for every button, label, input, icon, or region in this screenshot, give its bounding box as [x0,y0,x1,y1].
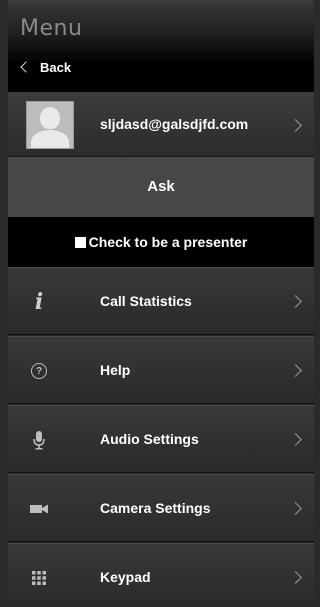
back-label: Back [40,59,72,75]
chevron-right-icon [289,433,302,446]
keypad-icon [28,568,50,588]
info-icon: i [34,289,44,315]
chevron-right-icon [289,295,302,308]
menu-item-keypad[interactable]: Keypad [8,543,314,607]
menu-item-camera-settings[interactable]: Camera Settings [8,474,314,542]
menu-item-label: Camera Settings [100,500,211,516]
menu-panel: Menu Back sljdasd@galsdjfd.com Ask Check… [8,0,314,607]
presenter-label: Check to be a presenter [88,234,248,250]
menu-item-label: Audio Settings [100,431,199,447]
ask-button[interactable]: Ask [8,157,314,217]
menu-item-help[interactable]: ? Help [8,336,314,404]
microphone-icon [28,430,50,450]
presenter-checkbox-row[interactable]: Check to be a presenter [8,217,314,267]
menu-title: Menu [20,16,83,41]
menu-item-audio-settings[interactable]: Audio Settings [8,405,314,473]
chevron-right-icon [289,119,302,132]
camera-icon [28,499,50,519]
chevron-right-icon [289,364,302,377]
menu-item-call-statistics[interactable]: i Call Statistics [8,267,314,335]
chevron-right-icon [289,571,302,584]
menu-item-label: Help [100,362,131,378]
menu-header: Menu Back [8,0,314,92]
user-account-row[interactable]: sljdasd@galsdjfd.com [8,92,314,157]
chevron-right-icon [289,502,302,515]
menu-item-label: Call Statistics [100,293,192,309]
menu-item-label: Keypad [100,569,151,585]
presenter-checkbox[interactable] [74,236,86,248]
chevron-left-icon [20,61,32,73]
back-button[interactable]: Back [20,57,71,77]
user-email: sljdasd@galsdjfd.com [100,116,249,132]
avatar [26,101,74,149]
help-icon: ? [28,361,50,381]
